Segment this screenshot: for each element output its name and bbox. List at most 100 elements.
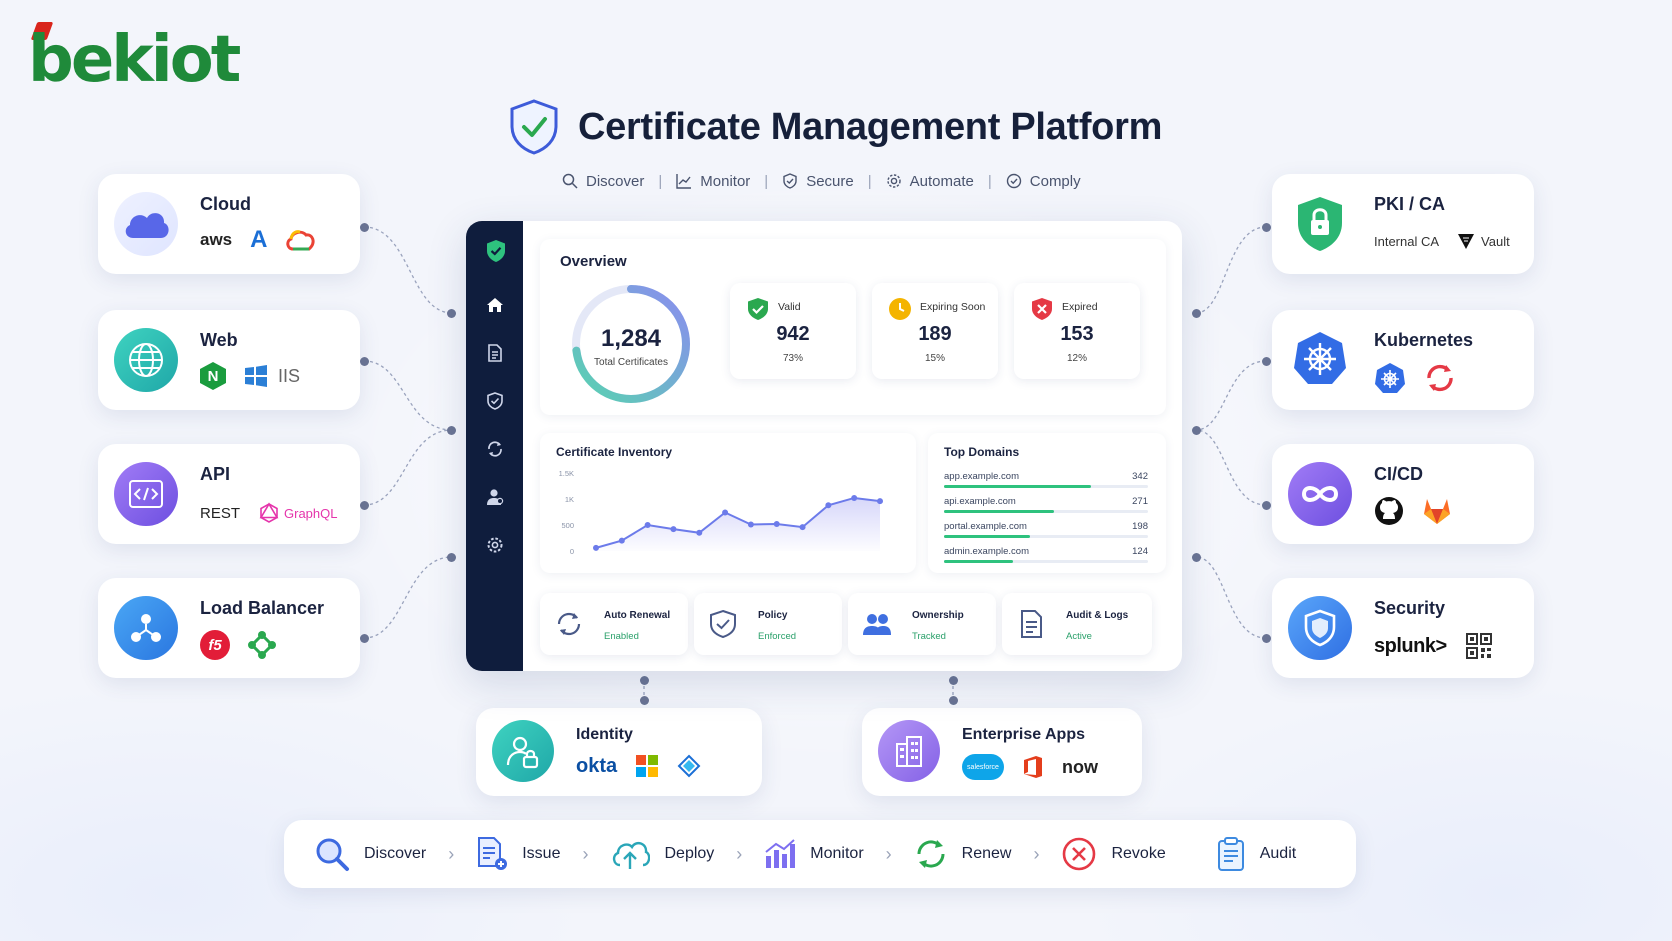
stat-value: 189 (918, 323, 952, 345)
domain-bar-fill (944, 510, 1055, 513)
shield-icon (487, 392, 503, 410)
connector-dot (1262, 501, 1271, 510)
category-card-cloud[interactable]: Cloud aws A (98, 174, 360, 274)
connector-dot (360, 357, 369, 366)
category-card-load-balancer[interactable]: Load Balancer f5 (98, 578, 360, 678)
clipboard-icon (1217, 837, 1244, 871)
subnav-discover[interactable]: Discover (548, 173, 658, 190)
category-card-api[interactable]: API REST GraphQL (98, 444, 360, 544)
vault-logo: Vault (1457, 232, 1510, 250)
feature-state: Tracked (912, 631, 946, 642)
inventory-point[interactable] (722, 509, 729, 516)
feature-state: Enabled (604, 631, 639, 642)
domain-name: api.example.com (944, 496, 1016, 507)
workflow-label: Renew (961, 845, 1012, 862)
category-title: PKI / CA (1374, 194, 1446, 214)
stat-card-expired[interactable]: Expired 153 12% (1014, 283, 1140, 379)
feature-card-ownership[interactable]: Ownership Tracked (848, 593, 996, 655)
refresh-icon (557, 612, 581, 636)
workflow-step-deploy[interactable]: Deploy (610, 837, 714, 871)
aws-logo: aws (200, 230, 233, 249)
stat-card-expiring-soon[interactable]: Expiring Soon 189 15% (872, 283, 998, 379)
inventory-point[interactable] (644, 522, 651, 528)
category-card-web[interactable]: Web N IIS (98, 310, 360, 410)
category-title: Kubernetes (1374, 330, 1474, 350)
nginx-logo: N (200, 362, 226, 390)
top-domains-panel: Top Domains app.example.com 342 api.exampl… (928, 433, 1166, 573)
subnav-automate[interactable]: Automate (872, 173, 988, 190)
document-icon (1021, 610, 1042, 638)
inventory-point[interactable] (618, 537, 625, 544)
sidebar-item-users[interactable] (485, 487, 505, 507)
inventory-point[interactable] (670, 526, 677, 533)
connector-dot (949, 676, 958, 685)
feature-state: Enforced (758, 631, 797, 642)
category-card-pki[interactable]: PKI / CA Internal CA Vault (1272, 174, 1534, 274)
category-logos (1374, 496, 1452, 526)
category-card-enterprise-apps[interactable]: Enterprise Apps salesforce now (862, 708, 1142, 796)
feature-card-auto-renewal[interactable]: Auto Renewal Enabled (540, 593, 688, 655)
workflow-step-discover[interactable]: Discover (314, 836, 426, 872)
cloud-upload-icon (613, 841, 651, 869)
sidebar-item-documents[interactable] (485, 343, 505, 363)
brand-logo[interactable]: bekiot (28, 22, 248, 92)
inventory-point[interactable] (593, 544, 599, 551)
subnav-monitor[interactable]: Monitor (662, 173, 764, 190)
inventory-point[interactable] (851, 494, 858, 501)
page-title: Certificate Management Platform (578, 105, 1163, 148)
iis-logo: IIS (278, 365, 301, 386)
subnav-comply[interactable]: Comply (992, 173, 1095, 190)
inventory-point[interactable] (696, 529, 703, 536)
feature-card-audit-logs[interactable]: Audit & Logs Active (1002, 593, 1152, 655)
chevron-right-icon: › (736, 843, 743, 864)
stat-label: Valid (778, 301, 801, 313)
sidebar-item-renewals[interactable] (485, 439, 505, 459)
domain-bar-track (944, 510, 1148, 513)
category-card-identity[interactable]: Identity okta (476, 708, 762, 796)
connector-dot (1262, 357, 1271, 366)
sidebar-item-settings[interactable] (485, 535, 505, 555)
feature-card-policy[interactable]: Policy Enforced (694, 593, 842, 655)
chart-icon (676, 174, 692, 189)
microsoft-icon (636, 755, 659, 777)
stat-label: Expiring Soon (920, 301, 986, 313)
inventory-point[interactable] (747, 521, 754, 528)
total-certificates-value: 1,284 (600, 325, 662, 352)
shield-icon (783, 173, 797, 189)
clock-icon (889, 298, 911, 320)
code-icon (114, 462, 178, 526)
subnav-label: Automate (909, 172, 974, 190)
subnav-secure[interactable]: Secure (768, 173, 868, 190)
workflow-step-renew[interactable]: Renew (914, 837, 1012, 871)
workflow-step-monitor[interactable]: Monitor (764, 838, 864, 870)
workflow-label: Discover (364, 845, 427, 862)
dashboard-window: Overview 1,284 Total Certificates Valid … (466, 221, 1182, 671)
workflow-step-audit[interactable]: Audit (1216, 836, 1296, 872)
category-card-cicd[interactable]: CI/CD (1272, 444, 1534, 544)
domain-count: 198 (1132, 521, 1148, 532)
sidebar-item-home[interactable] (485, 295, 505, 315)
category-logos: REST GraphQL (200, 502, 338, 524)
overview-title: Overview (560, 253, 627, 270)
bar-chart-icon (765, 839, 796, 868)
domain-name: admin.example.com (944, 546, 1030, 557)
connector-dot (447, 426, 456, 435)
category-card-security[interactable]: Security splunk> (1272, 578, 1534, 678)
inventory-point[interactable] (799, 524, 806, 531)
sidebar-item-security[interactable] (485, 391, 505, 411)
stat-percent: 73% (782, 353, 803, 364)
user-lock-icon (492, 720, 554, 782)
inventory-point[interactable] (773, 520, 780, 527)
workflow-step-issue[interactable]: Issue (476, 836, 560, 872)
expired-shield-icon (1032, 298, 1052, 320)
inventory-point[interactable] (825, 502, 832, 509)
workflow-step-revoke[interactable]: Revoke (1061, 836, 1166, 872)
workflow-bar: Discover › Issue › Deploy › Monitor › Re… (284, 820, 1356, 888)
stat-card-valid[interactable]: Valid 942 73% (730, 283, 856, 379)
sidebar-logo[interactable] (485, 239, 507, 263)
inventory-point[interactable] (877, 498, 883, 505)
category-card-kubernetes[interactable]: Kubernetes (1272, 310, 1534, 410)
revoke-icon (1063, 837, 1096, 871)
connector-dot (1192, 309, 1201, 318)
valid-shield-icon (748, 298, 768, 320)
